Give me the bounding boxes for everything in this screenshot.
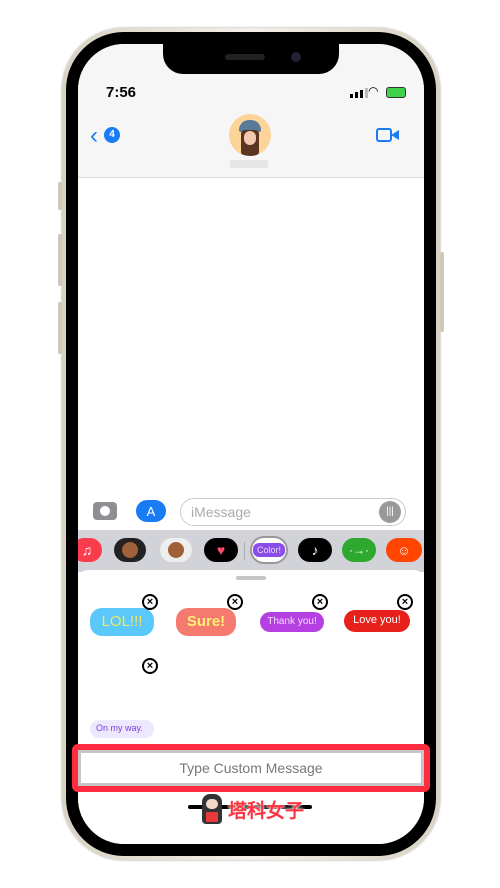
remove-icon[interactable]: × (142, 594, 158, 610)
watermark-text: 塔科女子 (228, 801, 305, 822)
wifi-icon: ◠ (368, 84, 379, 98)
sticker-bubble-lol[interactable]: LOL!!! (90, 608, 154, 636)
power-button (440, 252, 444, 332)
sticker-bubble-on-my-way[interactable]: On my way. (90, 720, 154, 738)
digital-touch-app-icon[interactable]: ♥ (204, 538, 238, 562)
arrow-app-icon[interactable]: ·→· (342, 538, 376, 562)
contact-name-blurred (230, 160, 268, 168)
color-text-app-icon[interactable]: Color! (250, 536, 288, 564)
facetime-video-icon[interactable] (376, 128, 392, 142)
remove-icon[interactable]: × (397, 594, 413, 610)
tiktok-app-icon[interactable]: ♪ (298, 538, 332, 562)
custom-message-input[interactable]: Type Custom Message (78, 750, 424, 786)
sticker-bubble-thank-you[interactable]: Thank you! (260, 612, 324, 632)
volume-up-button (58, 234, 62, 286)
imessage-input[interactable]: iMessage (180, 498, 406, 526)
color-text-app-label: Color! (252, 543, 285, 557)
app-store-icon[interactable]: A (136, 500, 166, 522)
panel-grabber[interactable] (236, 576, 266, 580)
watermark-mascot (202, 794, 222, 824)
volume-down-button (58, 302, 62, 354)
memoji-app-icon[interactable] (114, 538, 146, 562)
remove-icon[interactable]: × (227, 594, 243, 610)
contact-avatar[interactable] (229, 114, 271, 156)
remove-icon[interactable]: × (142, 658, 158, 674)
mute-switch (58, 182, 62, 210)
remove-icon[interactable]: × (312, 594, 328, 610)
app-drawer-strip: ♫ ♥ Color! ♪ ·→· ☺ (78, 530, 424, 572)
back-chevron-icon[interactable]: ‹ (90, 124, 98, 148)
screen: 7:56 ◠ ‹ 4 A iMessage ||| ♫ ♥ Color! ♪ ·… (78, 44, 424, 844)
strip-divider (244, 542, 245, 560)
memoji-stickers-app-icon[interactable] (160, 538, 192, 562)
status-time: 7:56 (106, 84, 137, 101)
audio-message-icon[interactable]: ||| (379, 501, 401, 523)
camera-icon[interactable] (93, 502, 117, 520)
sticker-bubble-sure[interactable]: Sure! (176, 608, 236, 636)
battery-charging-icon (386, 87, 406, 98)
notch (163, 44, 339, 74)
reddit-app-icon[interactable]: ☺ (386, 538, 422, 562)
speaker (225, 54, 265, 60)
music-app-icon[interactable]: ♫ (78, 538, 102, 562)
facetime-video-icon-lens (391, 130, 399, 140)
signal-icon (350, 88, 368, 98)
unread-count-badge[interactable]: 4 (104, 127, 120, 143)
camera-lens (291, 52, 301, 62)
highlight-box: Type Custom Message (72, 744, 430, 792)
sticker-bubble-love-you[interactable]: Love you! (344, 610, 410, 632)
